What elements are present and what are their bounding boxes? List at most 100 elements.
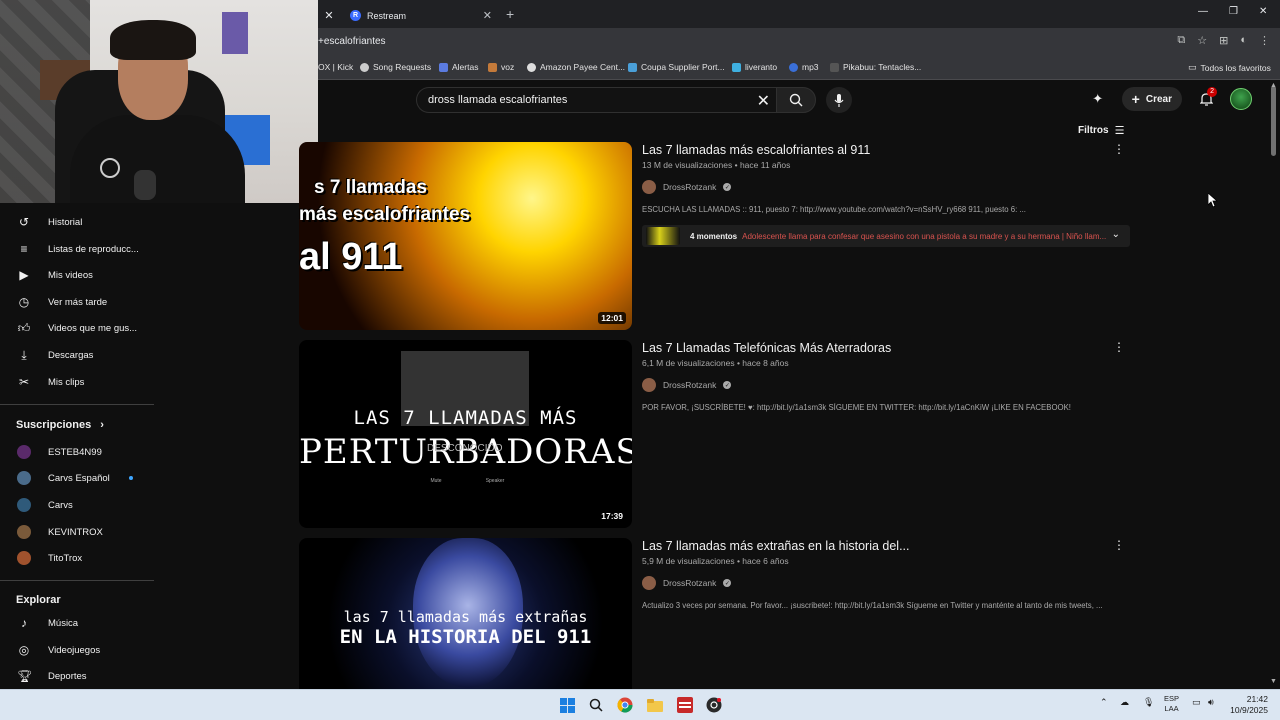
bookmark-icon (527, 62, 536, 72)
video-title[interactable]: Las 7 llamadas más escalofriantes al 911 (642, 142, 1132, 158)
new-tab-icon[interactable]: + (506, 6, 514, 22)
sidebar-item-my-videos[interactable]: ▶ Mis videos (0, 262, 154, 288)
search-button[interactable] (776, 87, 816, 113)
tab-restream[interactable]: R Restream ✕ (342, 3, 500, 28)
scrollbar-thumb[interactable] (1271, 86, 1276, 156)
bookmark-item[interactable]: Coupa Supplier Port... (628, 62, 725, 72)
search-input[interactable]: dross llamada escalofriantes ✕ (416, 87, 778, 113)
sidebar-item-gaming[interactable]: ◎ Videojuegos (0, 637, 154, 663)
video-thumbnail[interactable]: LAS 7 LLAMADAS MÁS PERTURBADORAS DESCONO… (299, 340, 632, 528)
video-title[interactable]: Las 7 Llamadas Telefónicas Más Aterrador… (642, 340, 1132, 356)
address-actions: ⧉ ☆ ⊞ ◐ ⋮ (1177, 34, 1270, 47)
thumbnail-text: DESCONOCIDO (427, 443, 503, 454)
account-avatar[interactable] (1230, 88, 1252, 110)
bookmark-item[interactable]: voz (488, 62, 514, 72)
cast-icon[interactable]: ⧉ (1177, 34, 1185, 47)
subscription-item[interactable]: Carvs (0, 492, 154, 518)
clock[interactable]: 21:42 10/9/2025 (1230, 694, 1268, 716)
tab-close-icon[interactable]: ✕ (483, 9, 492, 22)
video-title[interactable]: Las 7 llamadas más extrañas en la histor… (642, 538, 1132, 554)
sidebar-item-liked[interactable]: 👍︎ Videos que me gus... (0, 315, 154, 341)
bookmark-item[interactable]: Song Requests (360, 62, 431, 72)
search-icon[interactable] (586, 695, 606, 715)
volume-icon[interactable]: 🔊︎ (1208, 697, 1214, 708)
url-input[interactable]: +escalofriantes (318, 36, 386, 47)
sidebar-item-watch-later[interactable]: ◷ Ver más tarde (0, 289, 154, 315)
sidebar: ↺ Historial ≡ Listas de reproducc... ▶ M… (0, 203, 154, 689)
bookmark-item[interactable]: liveranto (732, 62, 777, 72)
scroll-up-icon[interactable]: ▲ (1270, 82, 1277, 89)
sidebar-item-downloads[interactable]: ⤓ Descargas (0, 342, 154, 368)
cloud-icon[interactable]: ☁ (1120, 697, 1129, 708)
streaming-app-icon[interactable] (675, 695, 695, 715)
channel-avatar (17, 471, 31, 485)
window-close-icon[interactable]: ✕ (1259, 6, 1267, 17)
scroll-down-icon[interactable]: ▼ (1270, 678, 1277, 685)
profile-icon[interactable]: ◐ (1240, 34, 1247, 47)
filters-button[interactable]: Filtros ☰ (1078, 124, 1124, 137)
extension-icon[interactable]: ✦ (1086, 87, 1110, 111)
clear-icon[interactable]: ✕ (757, 91, 770, 111)
subscription-item[interactable]: KEVINTROX (0, 519, 154, 545)
verified-icon: ✓ (723, 579, 732, 587)
gamepad-icon: ◎ (18, 643, 30, 657)
sidebar-item-history[interactable]: ↺ Historial (0, 209, 154, 235)
bookmark-item[interactable]: OX | Kick (318, 62, 353, 72)
sidebar-item-clips[interactable]: ✂ Mis clips (0, 369, 154, 395)
subscription-item[interactable]: TitoTrox (0, 545, 154, 571)
tab-label: Restream (367, 10, 407, 21)
more-options-icon[interactable]: ⋮ (1113, 340, 1125, 354)
network-icon[interactable]: ▭ (1192, 697, 1201, 708)
chevron-down-icon[interactable]: ⌄ (1112, 229, 1120, 240)
video-result[interactable]: s 7 llamadas más escalofriantes al 911 1… (299, 142, 1139, 330)
sidebar-item-playlists[interactable]: ≡ Listas de reproducc... (0, 236, 154, 262)
obs-icon[interactable] (704, 695, 724, 715)
bookmark-icon (830, 62, 839, 72)
key-moments[interactable]: 4 momentos Adolescente llama para confes… (642, 225, 1130, 247)
bookmark-item[interactable]: Amazon Payee Cent... (527, 62, 625, 72)
plus-icon: + (1131, 91, 1140, 107)
explore-heading: Explorar (16, 594, 61, 606)
more-options-icon[interactable]: ⋮ (1113, 538, 1125, 552)
chevron-up-icon[interactable]: ⌃ (1100, 697, 1108, 708)
star-icon[interactable]: ☆ (1197, 34, 1207, 47)
channel-link[interactable]: DrossRotzank ✓ (642, 576, 1132, 590)
bookmark-item[interactable]: Pikabuu: Tentacles... (830, 62, 921, 72)
clock-icon: ◷ (18, 295, 30, 309)
windows-start-icon[interactable] (557, 695, 577, 715)
language-indicator[interactable]: ESP LAA (1164, 694, 1179, 714)
video-meta: Las 7 llamadas más escalofriantes al 911… (642, 142, 1132, 247)
tab-close-icon[interactable]: ✕ (324, 9, 333, 22)
subscription-item[interactable]: ESTEB4N99 (0, 439, 154, 465)
file-explorer-icon[interactable] (645, 695, 665, 715)
sidebar-item-sports[interactable]: 🏆︎ Deportes (0, 663, 154, 689)
video-thumbnail[interactable]: s 7 llamadas más escalofriantes al 911 1… (299, 142, 632, 330)
video-stats: 5,9 M de visualizaciones • hace 6 años (642, 556, 789, 566)
more-options-icon[interactable]: ⋮ (1113, 142, 1125, 156)
video-result[interactable]: LAS 7 LLAMADAS MÁS PERTURBADORAS DESCONO… (299, 340, 1139, 528)
tab-youtube[interactable]: ✕ (318, 3, 340, 28)
restore-icon[interactable]: ❐ (1229, 6, 1238, 17)
voice-search-button[interactable] (826, 87, 852, 113)
all-bookmarks[interactable]: ▭ Todos los favoritos (1188, 62, 1271, 73)
minimize-icon[interactable]: — (1198, 6, 1208, 17)
notifications-button[interactable]: 2 (1194, 87, 1218, 111)
bookmark-icon (789, 62, 798, 72)
screen: ✕ R Restream ✕ + — ❐ ✕ +escalofriantes ⧉… (0, 0, 1280, 720)
menu-icon[interactable]: ⋮ (1259, 34, 1270, 47)
bookmark-icon (488, 62, 497, 72)
sidebar-item-music[interactable]: ♪ Música (0, 610, 154, 636)
subscriptions-heading[interactable]: Suscripciones › (16, 419, 104, 431)
thumbnail-text: las 7 llamadas más extrañas (343, 608, 588, 626)
channel-link[interactable]: DrossRotzank ✓ (642, 378, 1132, 392)
microphone-icon (834, 93, 844, 107)
bookmark-item[interactable]: Alertas (439, 62, 478, 72)
extensions-icon[interactable]: ⊞ (1219, 34, 1228, 47)
channel-link[interactable]: DrossRotzank ✓ (642, 180, 1132, 194)
channel-name: DrossRotzank (663, 182, 717, 192)
bookmark-item[interactable]: mp3 (789, 62, 819, 72)
chrome-icon[interactable] (615, 695, 635, 715)
create-button[interactable]: + Crear (1121, 87, 1182, 111)
microphone-icon[interactable]: 🎙︎ (1143, 697, 1154, 708)
subscription-item[interactable]: Carvs Español (0, 465, 154, 491)
